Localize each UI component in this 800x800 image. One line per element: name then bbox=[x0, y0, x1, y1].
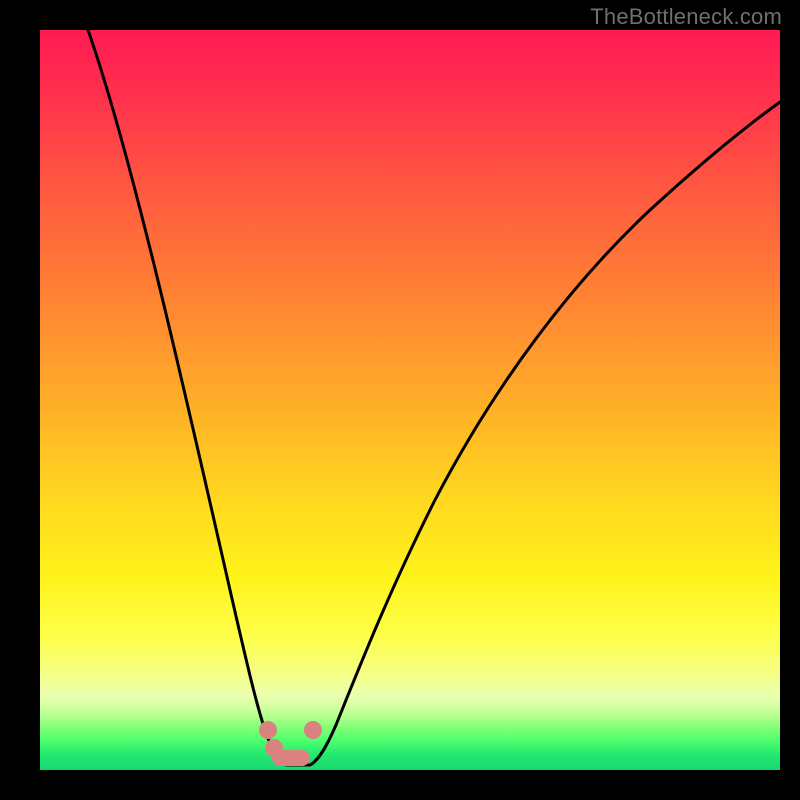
chart-frame: TheBottleneck.com bbox=[0, 0, 800, 800]
watermark-text: TheBottleneck.com bbox=[590, 4, 782, 30]
notch-marker bbox=[259, 721, 322, 766]
plot-area bbox=[40, 30, 780, 770]
curve-layer bbox=[40, 30, 780, 770]
bottleneck-curve bbox=[88, 30, 780, 765]
